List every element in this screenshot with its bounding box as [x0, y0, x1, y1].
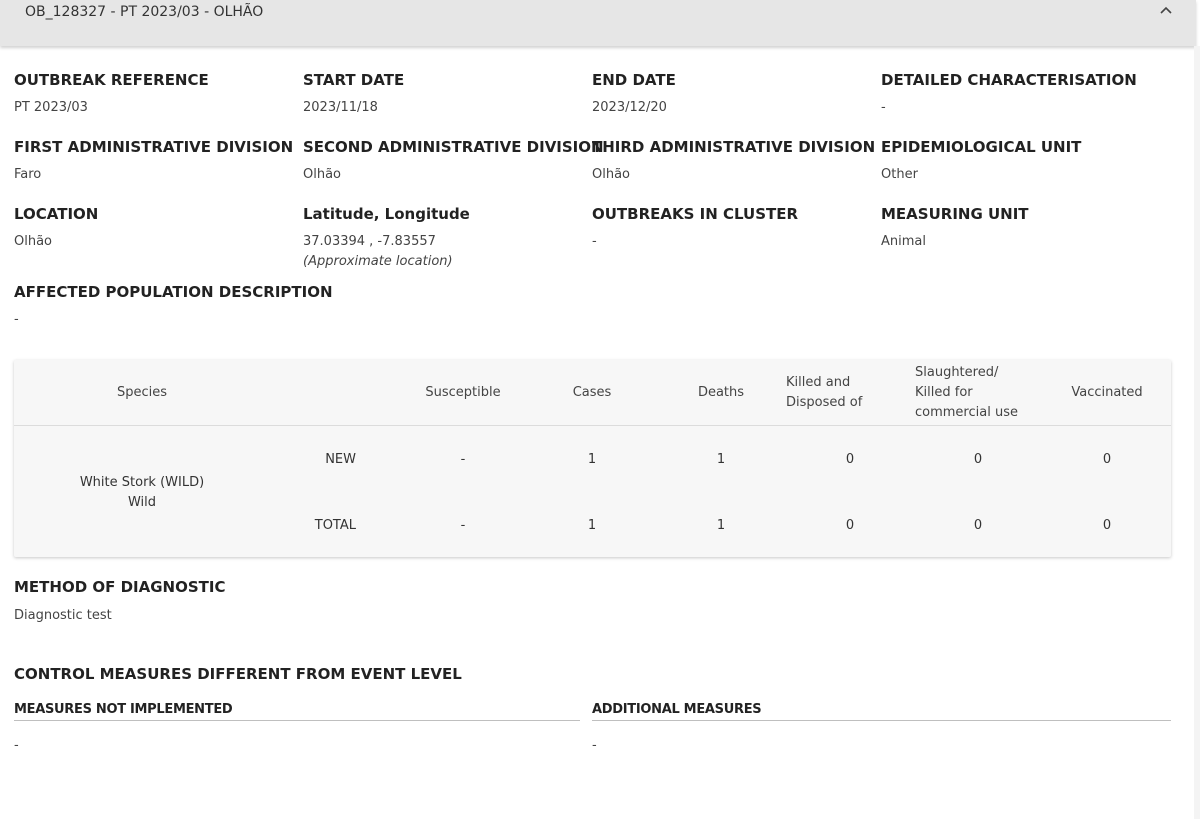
- additional-measures-label: ADDITIONAL MEASURES: [592, 702, 762, 717]
- detailed-characterisation-value: -: [881, 100, 886, 115]
- first-admin-division-value: Faro: [14, 167, 42, 182]
- affected-population-value: -: [14, 312, 19, 327]
- panel-title: OB_128327 - PT 2023/03 - OLHÃO: [25, 4, 264, 20]
- species-table: Species Susceptible Cases Deaths Killed …: [14, 360, 1171, 557]
- susceptible-header: Susceptible: [425, 385, 501, 400]
- approximate-location-note: (Approximate location): [303, 254, 453, 269]
- total-deaths: 1: [716, 518, 726, 533]
- lat-long-value: 37.03394 , -7.83557: [303, 234, 436, 249]
- lat-long-label: Latitude, Longitude: [303, 205, 470, 223]
- end-date-label: END DATE: [592, 71, 676, 89]
- second-admin-division-value: Olhão: [303, 167, 342, 182]
- detailed-characterisation-label: DETAILED CHARACTERISATION: [881, 71, 1137, 89]
- measuring-unit-value: Animal: [881, 234, 926, 249]
- epidemiological-unit-label: EPIDEMIOLOGICAL UNIT: [881, 138, 1082, 156]
- header-divider: [14, 425, 1171, 426]
- start-date-label: START DATE: [303, 71, 405, 89]
- end-date-value: 2023/12/20: [592, 100, 667, 115]
- slaughtered-header-line-3: commercial use: [915, 405, 1018, 420]
- outbreak-reference-value: PT 2023/03: [14, 100, 88, 115]
- slaughtered-header: Slaughtered/ Killed for commercial use: [915, 363, 1040, 423]
- deaths-header: Deaths: [697, 385, 745, 400]
- killed-header-line-1: Killed and: [786, 375, 851, 390]
- epidemiological-unit-value: Other: [881, 167, 918, 182]
- total-susceptible: -: [460, 518, 466, 533]
- vaccinated-header: Vaccinated: [1071, 385, 1143, 400]
- outbreak-panel-header[interactable]: OB_128327 - PT 2023/03 - OLHÃO: [0, 0, 1196, 46]
- total-killed: 0: [845, 518, 855, 533]
- diagnostic-method-label: METHOD OF DIAGNOSTIC: [14, 578, 226, 596]
- species-header: Species: [116, 385, 168, 400]
- measures-not-implemented-divider: [14, 720, 580, 721]
- diagnostic-method-value: Diagnostic test: [14, 608, 112, 623]
- row-label-total: TOTAL: [314, 518, 356, 533]
- total-slaughtered: 0: [973, 518, 983, 533]
- outbreak-reference-label: OUTBREAK REFERENCE: [14, 71, 209, 89]
- second-admin-division-label: SECOND ADMINISTRATIVE DIVISION: [303, 138, 604, 156]
- third-admin-division-value: Olhão: [592, 167, 631, 182]
- cases-header: Cases: [572, 385, 612, 400]
- killed-disposed-header: Killed and Disposed of: [786, 373, 896, 413]
- affected-population-label: AFFECTED POPULATION DESCRIPTION: [14, 283, 333, 301]
- new-killed: 0: [845, 452, 855, 467]
- location-value: Olhão: [14, 234, 53, 249]
- killed-header-line-2: Disposed of: [786, 395, 863, 410]
- chevron-up-icon[interactable]: [1158, 3, 1174, 19]
- outbreaks-in-cluster-value: -: [592, 234, 597, 249]
- outbreaks-in-cluster-label: OUTBREAKS IN CLUSTER: [592, 205, 799, 223]
- control-measures-title: CONTROL MEASURES DIFFERENT FROM EVENT LE…: [14, 665, 462, 683]
- measures-not-implemented-value: -: [14, 738, 19, 753]
- slaughtered-header-line-2: Killed for: [915, 385, 973, 400]
- total-cases: 1: [587, 518, 597, 533]
- start-date-value: 2023/11/18: [303, 100, 378, 115]
- slaughtered-header-line-1: Slaughtered/: [915, 365, 999, 380]
- location-label: LOCATION: [14, 205, 99, 223]
- row-label-new: NEW: [325, 452, 356, 467]
- additional-measures-divider: [592, 720, 1171, 721]
- species-cell: White Stork (WILD) Wild: [42, 473, 242, 513]
- new-susceptible: -: [460, 452, 466, 467]
- new-slaughtered: 0: [973, 452, 983, 467]
- species-name: White Stork (WILD): [79, 475, 205, 490]
- measuring-unit-label: MEASURING UNIT: [881, 205, 1029, 223]
- new-vaccinated: 0: [1102, 452, 1112, 467]
- third-admin-division-label: THIRD ADMINISTRATIVE DIVISION: [592, 138, 876, 156]
- first-admin-division-label: FIRST ADMINISTRATIVE DIVISION: [14, 138, 294, 156]
- total-vaccinated: 0: [1102, 518, 1112, 533]
- new-deaths: 1: [716, 452, 726, 467]
- new-cases: 1: [587, 452, 597, 467]
- species-type: Wild: [127, 495, 157, 510]
- measures-not-implemented-label: MEASURES NOT IMPLEMENTED: [14, 702, 233, 717]
- scrollbar[interactable]: [1194, 46, 1200, 819]
- additional-measures-value: -: [592, 738, 597, 753]
